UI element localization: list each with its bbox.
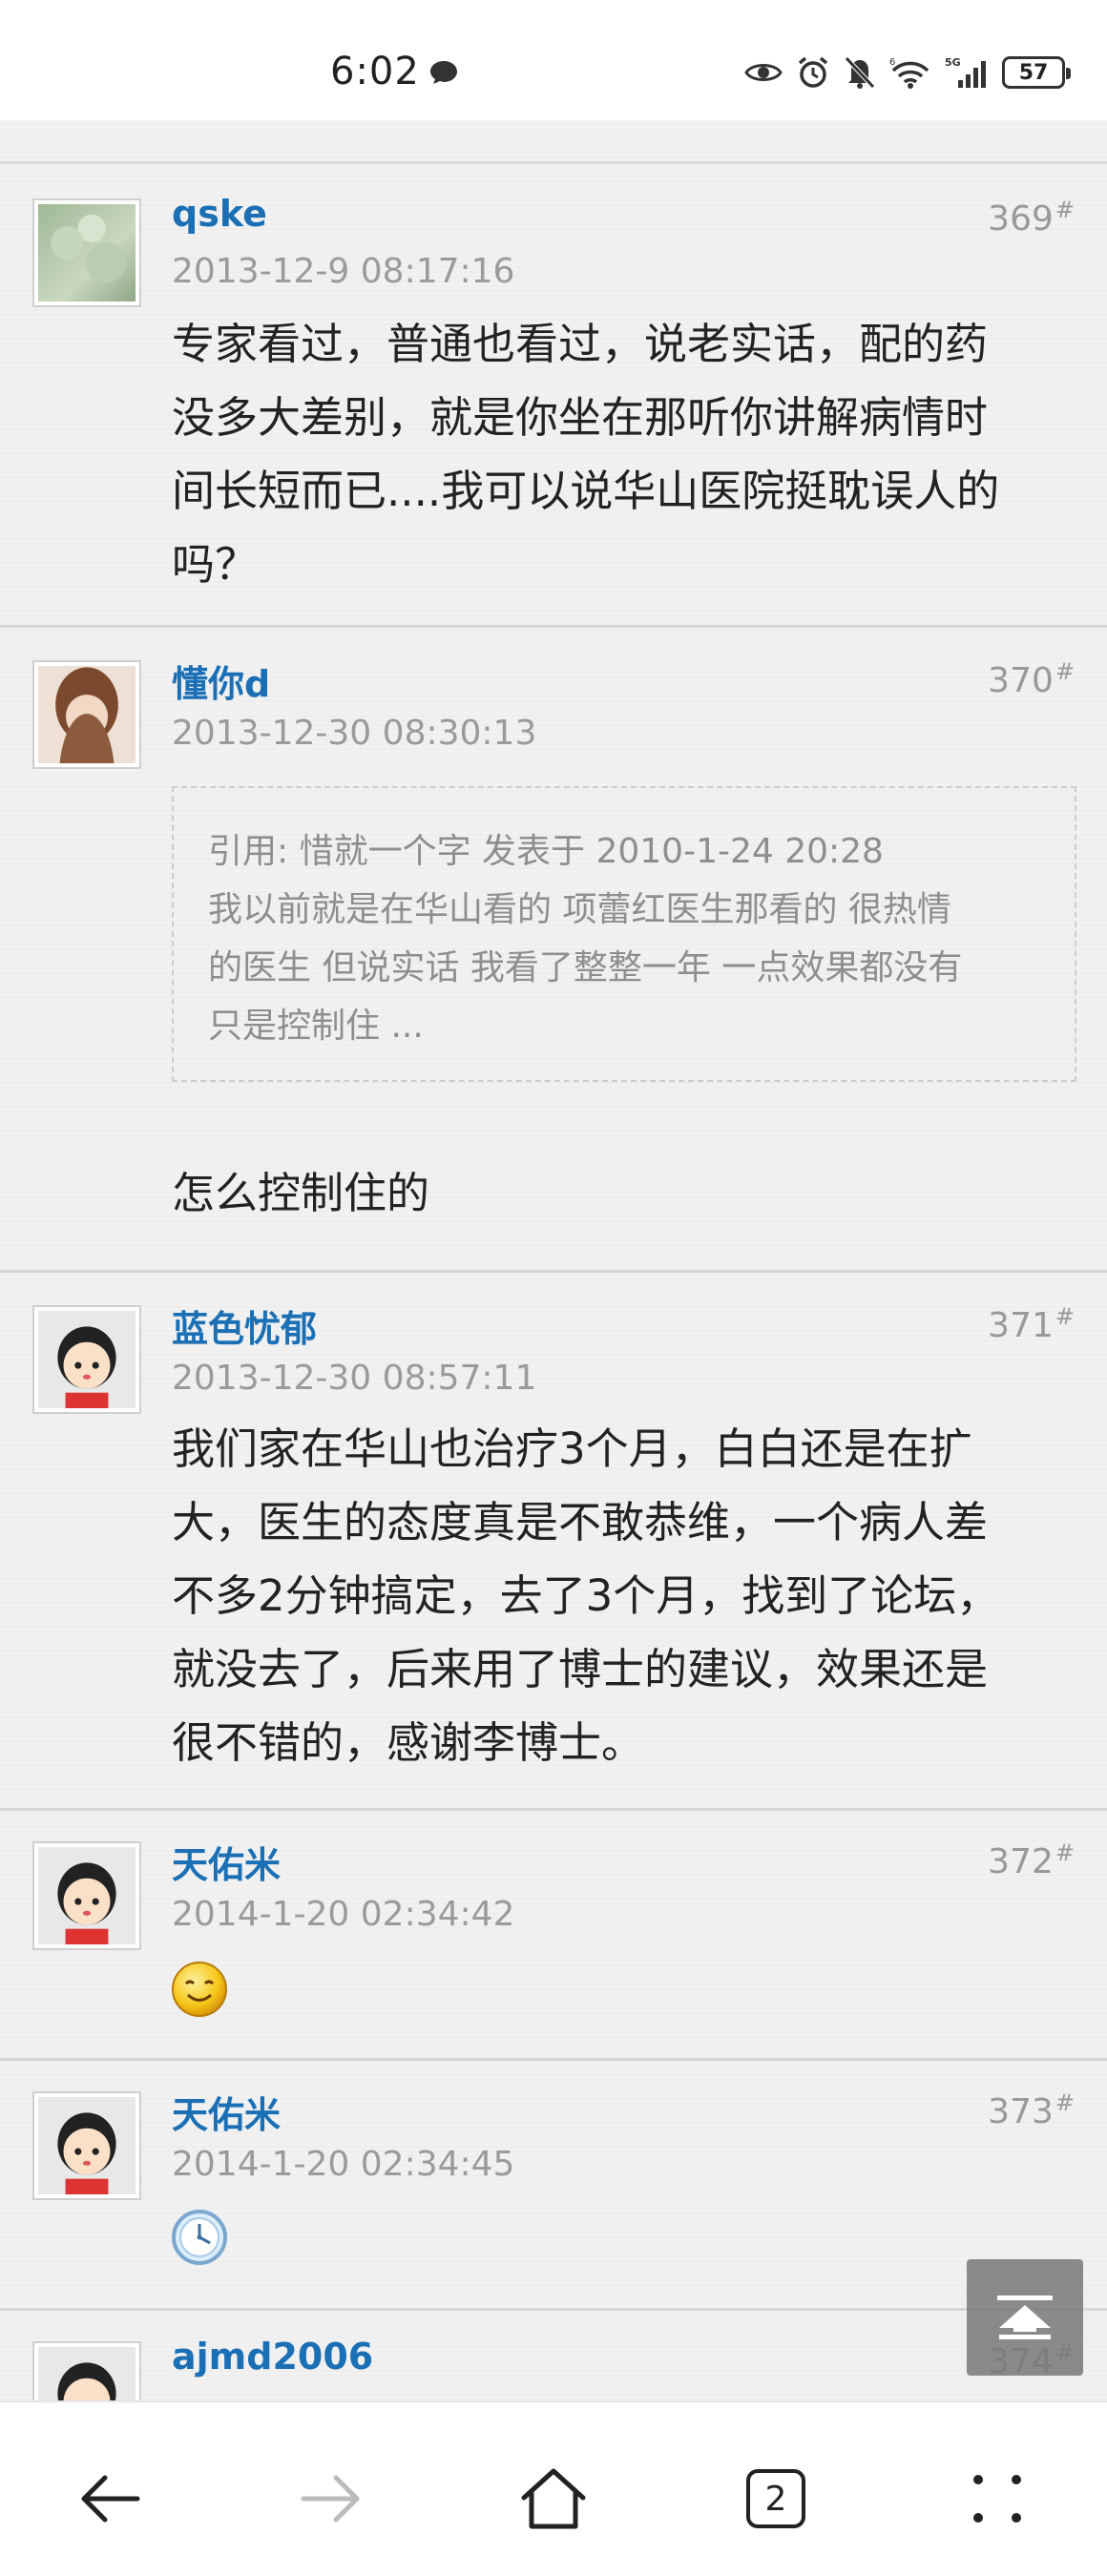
forward-arrow-icon bbox=[301, 2475, 360, 2523]
avatar[interactable] bbox=[32, 1305, 141, 1414]
back-arrow-icon bbox=[81, 2475, 140, 2523]
svg-text:5G: 5G bbox=[945, 56, 961, 69]
quote-line: 的医生 但说实话 我看了整整一年 一点效果都没有 bbox=[208, 948, 963, 987]
home-icon bbox=[521, 2468, 586, 2529]
avatar[interactable] bbox=[32, 660, 141, 769]
status-icons: 6 5G 57 bbox=[744, 53, 1071, 92]
quote-line: 我以前就是在华山看的 项蕾红医生那看的 很热情 bbox=[208, 890, 951, 929]
post-time: 2013-12-30 08:30:13 bbox=[172, 714, 537, 753]
username[interactable]: 天佑米 bbox=[172, 1836, 281, 1888]
post-time: 2013-12-9 08:17:16 bbox=[172, 252, 515, 291]
alarm-icon bbox=[798, 56, 828, 88]
username[interactable]: ajmd2006 bbox=[172, 2336, 373, 2378]
home-button[interactable] bbox=[511, 2456, 596, 2542]
avatar[interactable] bbox=[32, 1841, 141, 1950]
arrow-up-to-top-icon bbox=[997, 2296, 1053, 2339]
cartoon-avatar-icon bbox=[38, 1847, 136, 1944]
browser-bottom-nav: 2 bbox=[0, 2400, 1107, 2576]
back-button[interactable] bbox=[67, 2456, 153, 2542]
username[interactable]: 懂你d bbox=[172, 654, 270, 707]
quote-block: 引用: 惜就一个字 发表于 2010-1-24 20:28 我以前就是在华山看的… bbox=[172, 786, 1076, 1082]
clock-emoji-icon bbox=[172, 2210, 227, 2265]
post-time: 2013-12-30 08:57:11 bbox=[172, 1359, 537, 1398]
username[interactable]: 天佑米 bbox=[172, 2086, 281, 2138]
avatar[interactable] bbox=[32, 198, 141, 307]
quote-line: 只是控制住 ... bbox=[208, 1007, 424, 1046]
post-message: 怎么控制住的 bbox=[172, 1168, 430, 1218]
quote-header: 引用: 惜就一个字 发表于 2010-1-24 20:28 bbox=[208, 832, 884, 871]
cartoon-avatar-icon bbox=[38, 1311, 136, 1408]
post-373: 天佑米 373# 2014-1-20 02:34:45 bbox=[0, 2061, 1107, 2311]
more-icon bbox=[973, 2475, 1021, 2523]
avatar[interactable] bbox=[32, 2091, 141, 2200]
back-to-top-button[interactable] bbox=[967, 2259, 1083, 2376]
post-time: 2014-1-20 02:34:45 bbox=[172, 2145, 515, 2184]
wifi-icon: 6 bbox=[889, 57, 929, 89]
signal-5g-icon: 5G bbox=[945, 56, 986, 88]
floor-number: 369# bbox=[988, 197, 1075, 239]
post-time: 2014-1-20 02:34:42 bbox=[172, 1895, 515, 1934]
tabs-icon: 2 bbox=[746, 2469, 805, 2528]
post-374: ajmd2006 374# bbox=[0, 2311, 1107, 2400]
avatar[interactable] bbox=[32, 2341, 141, 2400]
post-372: 天佑米 372# 2014-1-20 02:34:42 bbox=[0, 1811, 1107, 2061]
post-feed[interactable]: qske 369# 2013-12-9 08:17:16 专家看过，普通也看过，… bbox=[0, 120, 1107, 2400]
cartoon-avatar-icon bbox=[38, 2097, 136, 2194]
forward-button[interactable] bbox=[288, 2456, 374, 2542]
status-time: 6:02 bbox=[330, 50, 420, 93]
floor-number: 370# bbox=[988, 658, 1075, 700]
tabs-button[interactable]: 2 bbox=[733, 2456, 819, 2542]
mute-bell-icon bbox=[845, 56, 875, 89]
cartoon-avatar-icon bbox=[38, 2347, 136, 2400]
previous-post-edge bbox=[0, 120, 1107, 164]
status-bar: 6:02 6 5G 57 bbox=[0, 0, 1107, 120]
username[interactable]: 蓝色忧郁 bbox=[172, 1299, 317, 1352]
eye-icon bbox=[744, 64, 783, 81]
battery-icon: 57 bbox=[1002, 56, 1071, 89]
post-369: qske 369# 2013-12-9 08:17:16 专家看过，普通也看过，… bbox=[0, 164, 1107, 628]
username[interactable]: qske bbox=[172, 193, 267, 235]
svg-text:6: 6 bbox=[889, 57, 895, 68]
post-message: 专家看过，普通也看过，说老实话，配的药 没多大差别，就是你坐在那听你讲解病情时 … bbox=[172, 319, 1000, 590]
floor-number: 371# bbox=[988, 1303, 1075, 1345]
more-button[interactable] bbox=[954, 2456, 1040, 2542]
message-icon bbox=[430, 61, 457, 84]
floor-number: 372# bbox=[988, 1839, 1075, 1881]
post-message: 我们家在华山也治疗3个月，白白还是在扩 大，医生的态度真是不敢恭维，一个病人差 … bbox=[172, 1423, 1000, 1768]
floor-number: 373# bbox=[988, 2089, 1075, 2131]
post-371: 蓝色忧郁 371# 2013-12-30 08:57:11 我们家在华山也治疗3… bbox=[0, 1273, 1107, 1811]
smile-emoji-icon bbox=[172, 1962, 227, 2017]
post-370: 懂你d 370# 2013-12-30 08:30:13 引用: 惜就一个字 发… bbox=[0, 628, 1107, 1273]
